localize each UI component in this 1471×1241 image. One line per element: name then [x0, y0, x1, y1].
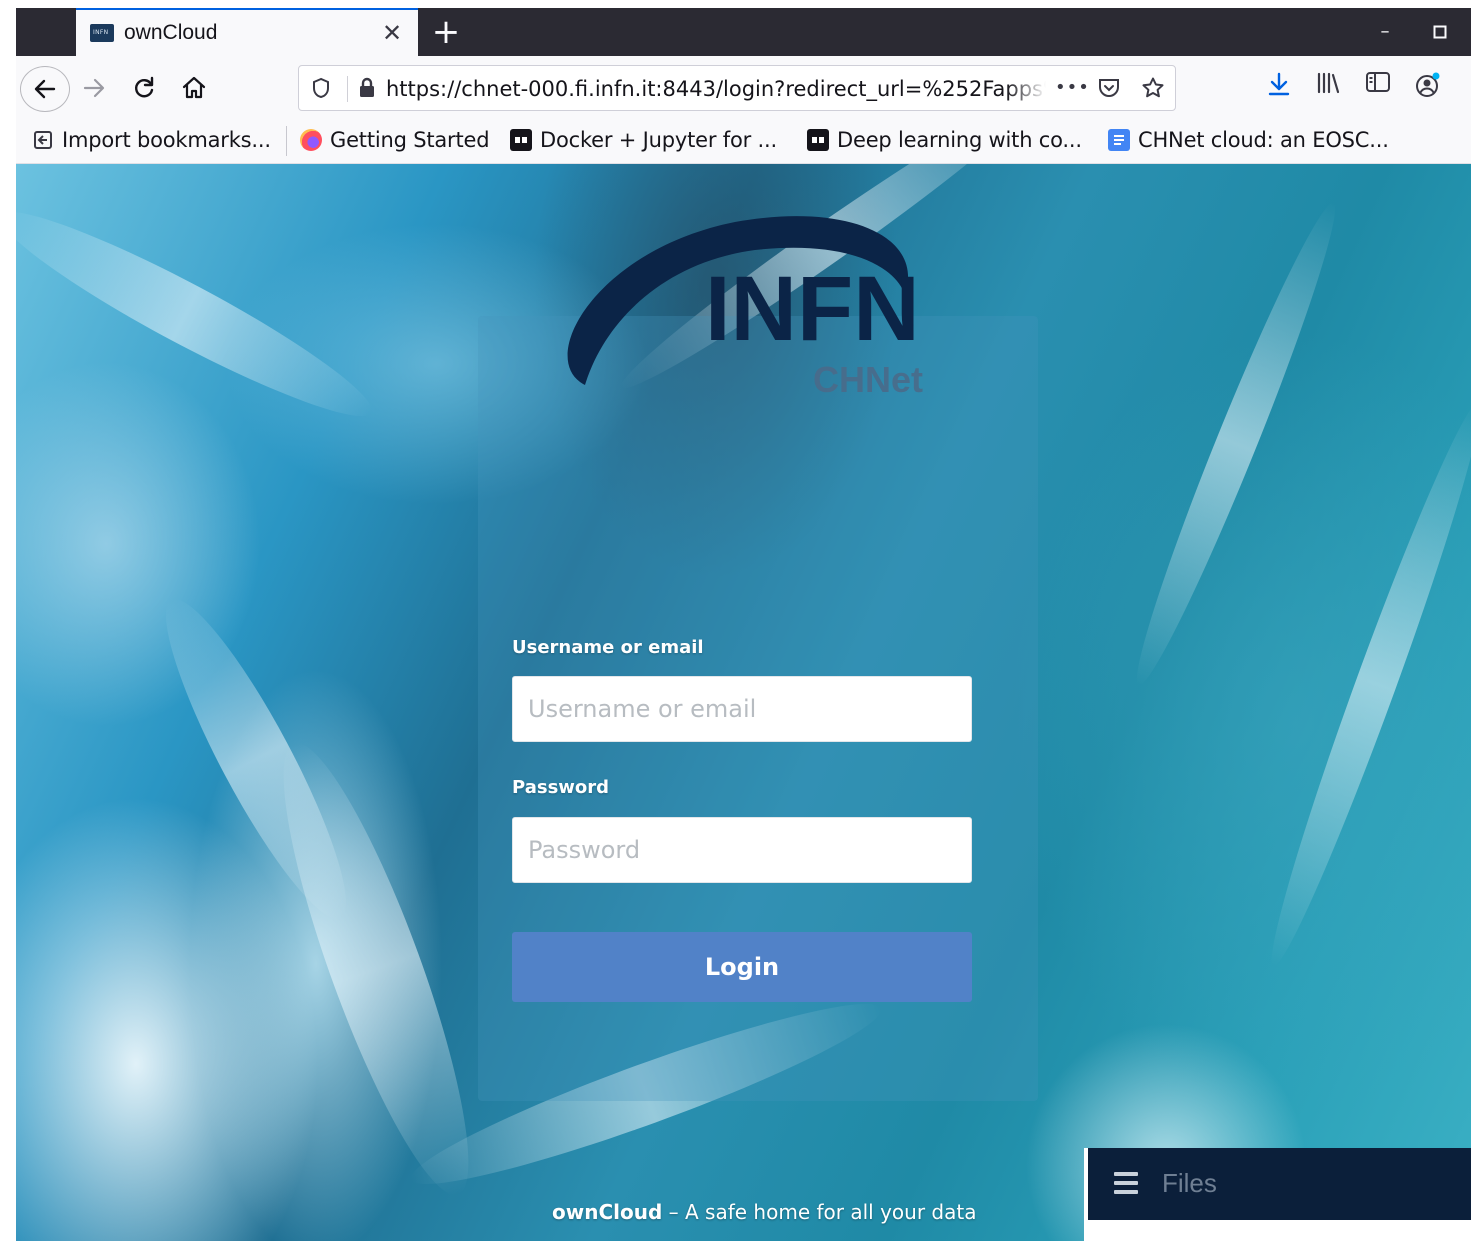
- username-input[interactable]: [512, 676, 972, 742]
- footer-tagline-text: – A safe home for all your data: [662, 1200, 977, 1224]
- background-streak: [1254, 395, 1471, 973]
- url-text[interactable]: https://chnet-000.fi.infn.it:8443/login?…: [386, 77, 1046, 103]
- slides-icon: [510, 129, 532, 151]
- page-actions-icon[interactable]: •••: [1055, 74, 1089, 102]
- url-divider: [347, 76, 348, 102]
- logo-main-text: INFN: [705, 258, 920, 360]
- files-header-bar: Files: [1088, 1148, 1471, 1220]
- bookmark-deep-learning[interactable]: Deep learning with co...: [807, 128, 1082, 156]
- forward-button[interactable]: [74, 68, 114, 108]
- back-button[interactable]: [20, 66, 70, 112]
- pocket-icon[interactable]: [1095, 74, 1123, 102]
- background-streak: [251, 728, 501, 1210]
- downloads-icon[interactable]: [1263, 71, 1295, 103]
- hamburger-menu-icon[interactable]: [1114, 1172, 1138, 1194]
- bookmark-getting-started[interactable]: Getting Started: [300, 128, 490, 156]
- background-streak: [16, 188, 386, 440]
- logo-sub-text: CHNet: [813, 359, 923, 400]
- tracking-shield-icon[interactable]: [307, 74, 335, 102]
- bookmark-separator: [286, 126, 287, 156]
- slides-icon: [807, 129, 829, 151]
- bookmark-import[interactable]: Import bookmarks...: [32, 128, 271, 156]
- account-icon[interactable]: [1412, 71, 1444, 103]
- close-tab-icon[interactable]: ✕: [378, 19, 406, 47]
- footer-tagline: ownCloud – A safe home for all your data: [552, 1200, 976, 1224]
- minimize-icon[interactable]: –: [1371, 18, 1399, 46]
- import-icon: [32, 129, 54, 151]
- background-streak: [1120, 195, 1352, 693]
- tab-strip: INFN ownCloud ✕ + –: [16, 8, 1471, 56]
- infn-favicon-icon: INFN: [90, 24, 114, 42]
- password-input[interactable]: [512, 817, 972, 883]
- tab-title: ownCloud: [124, 21, 218, 44]
- reload-button[interactable]: [124, 68, 164, 108]
- maximize-icon[interactable]: [1426, 18, 1454, 46]
- bookmark-star-icon[interactable]: [1139, 74, 1167, 102]
- library-icon[interactable]: [1312, 71, 1344, 103]
- bookmarks-bar: Import bookmarks... Getting Started Dock…: [16, 118, 1471, 164]
- firefox-icon: [300, 129, 322, 151]
- bookmark-chnet-cloud[interactable]: CHNet cloud: an EOSC...: [1108, 128, 1389, 156]
- lock-icon[interactable]: [353, 74, 381, 102]
- navigation-bar: https://chnet-000.fi.infn.it:8443/login?…: [16, 56, 1471, 118]
- tab-owncloud[interactable]: INFN ownCloud ✕: [76, 8, 418, 56]
- new-tab-button[interactable]: +: [428, 12, 464, 52]
- bookmark-docker-jupyter[interactable]: Docker + Jupyter for ...: [510, 128, 777, 156]
- password-label: Password: [512, 777, 610, 798]
- infn-chnet-logo: INFN CHNet: [567, 216, 923, 400]
- home-button[interactable]: [174, 68, 214, 108]
- files-title: Files: [1162, 1168, 1217, 1198]
- docs-icon: [1108, 129, 1130, 151]
- url-bar[interactable]: https://chnet-000.fi.infn.it:8443/login?…: [298, 65, 1176, 111]
- sidebar-toggle-icon[interactable]: [1362, 71, 1394, 103]
- username-label: Username or email: [512, 637, 704, 658]
- footer-brand-link[interactable]: ownCloud: [552, 1200, 662, 1224]
- login-button[interactable]: Login: [512, 932, 972, 1002]
- files-panel: Files: [1084, 1148, 1471, 1241]
